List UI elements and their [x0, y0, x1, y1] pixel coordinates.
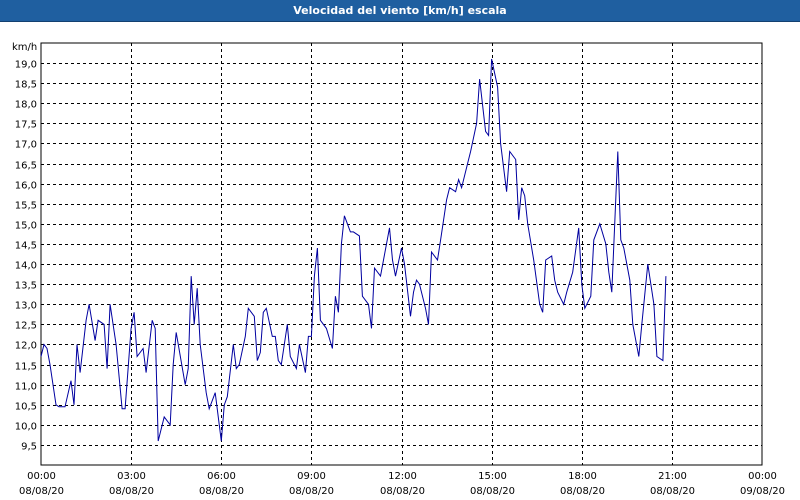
x-tick-label-date: 08/08/20	[560, 486, 605, 497]
y-tick-label: 18,0	[15, 100, 37, 111]
y-tick-label: 11,0	[15, 382, 37, 393]
y-tick-label: 10,5	[15, 402, 37, 413]
y-tick-label: 15,5	[15, 201, 37, 212]
x-tick-label-time: 21:00	[658, 471, 687, 482]
y-tick-label: 10,0	[15, 422, 37, 433]
y-tick-label: 18,5	[15, 80, 37, 91]
x-tick-label-date: 08/08/20	[650, 486, 695, 497]
x-tick-label-time: 06:00	[207, 471, 236, 482]
x-tick-label-time: 09:00	[297, 471, 326, 482]
y-tick-label: 16,0	[15, 181, 37, 192]
y-tick-label: 17,0	[15, 140, 37, 151]
y-tick-label: 12,0	[15, 341, 37, 352]
y-tick-label: 17,5	[15, 120, 37, 131]
y-tick-label: 13,5	[15, 281, 37, 292]
x-tick-label-date: 08/08/20	[289, 486, 334, 497]
plot-frame	[40, 42, 763, 466]
x-tick-label-time: 18:00	[568, 471, 597, 482]
x-tick-label-time: 12:00	[388, 471, 417, 482]
y-tick-label: 13,0	[15, 301, 37, 312]
x-tick-label-time: 00:00	[748, 471, 777, 482]
x-tick-label-time: 15:00	[478, 471, 507, 482]
y-axis-label: km/h	[12, 42, 37, 53]
y-tick-label: 19,0	[15, 60, 37, 71]
x-tick-label-time: 00:00	[27, 471, 56, 482]
x-tick-label-date: 08/08/20	[380, 486, 425, 497]
x-tick-label-time: 03:00	[117, 471, 146, 482]
x-tick-label-date: 08/08/20	[470, 486, 515, 497]
x-tick-label-date: 09/08/20	[740, 486, 785, 497]
y-tick-label: 12,5	[15, 321, 37, 332]
x-tick-label-date: 08/08/20	[109, 486, 154, 497]
y-tick-label: 16,5	[15, 161, 37, 172]
y-tick-label: 14,0	[15, 261, 37, 272]
x-tick-label-date: 08/08/20	[199, 486, 244, 497]
y-tick-label: 11,5	[15, 362, 37, 373]
chart-canvas: 9,5 10,0 10,5 11,0 11,5 12,0 12,5 13,0 13,5 14,0 1…	[12, 42, 785, 497]
y-tick-label: 9,5	[21, 442, 37, 453]
y-tick-label: 15,0	[15, 221, 37, 232]
y-tick-label: 14,5	[15, 241, 37, 252]
x-tick-label-date: 08/08/20	[19, 486, 64, 497]
